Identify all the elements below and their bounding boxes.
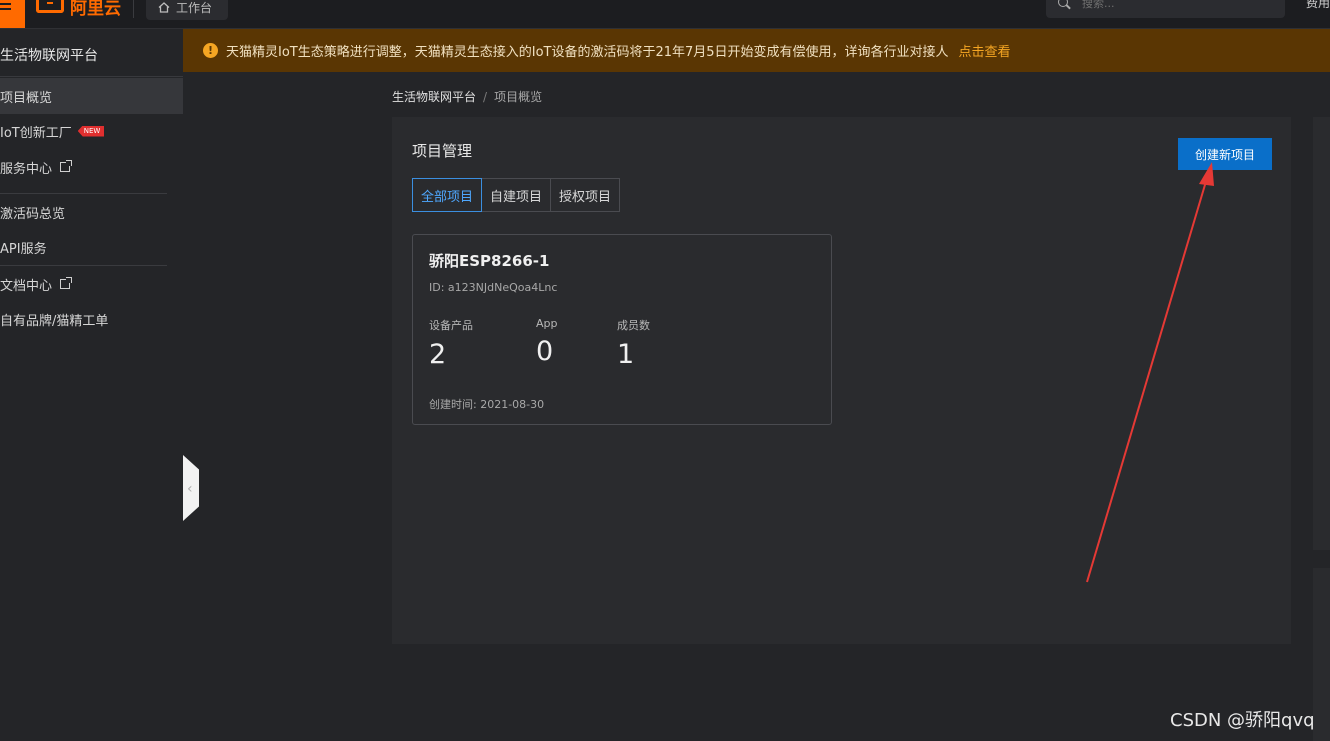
- stat-value: 2: [429, 339, 447, 370]
- sidebar-item-label: IoT创新工厂: [0, 125, 72, 141]
- right-side-panel: [1313, 117, 1330, 550]
- sidebar-item-service-center[interactable]: 服务中心: [0, 149, 183, 185]
- menu-icon[interactable]: [0, 0, 25, 28]
- stat-value: 1: [617, 339, 635, 370]
- workbench-button[interactable]: 工作台: [146, 0, 228, 20]
- notice-text: 天猫精灵IoT生态策略进行调整，天猫精灵生态接入的IoT设备的激活码将于21年7…: [226, 45, 949, 60]
- tab-own-projects[interactable]: 自建项目: [481, 178, 552, 212]
- notice-banner: ! 天猫精灵IoT生态策略进行调整，天猫精灵生态接入的IoT设备的激活码将于21…: [183, 29, 1330, 72]
- sidebar-item-doc-center[interactable]: 文档中心: [0, 266, 183, 302]
- sidebar-item-activation-codes[interactable]: 激活码总览: [0, 194, 183, 230]
- external-link-icon: [60, 277, 73, 289]
- stat-value: 0: [536, 336, 554, 367]
- sidebar-item-label: API服务: [0, 241, 47, 257]
- tab-authorized-projects[interactable]: 授权项目: [550, 178, 621, 212]
- breadcrumb: 生活物联网平台 / 项目概览: [392, 88, 542, 105]
- topbar-divider: [133, 0, 134, 18]
- sidebar-collapse-handle[interactable]: ‹: [183, 455, 199, 521]
- create-project-button[interactable]: 创建新项目: [1178, 138, 1272, 170]
- project-created-date: 创建时间: 2021-08-30: [429, 398, 545, 411]
- search-icon: [1058, 0, 1068, 7]
- warning-icon: !: [203, 43, 218, 58]
- project-tabs: 全部项目 自建项目 授权项目: [412, 178, 621, 212]
- breadcrumb-root[interactable]: 生活物联网平台: [392, 90, 476, 104]
- aliyun-logo[interactable]: 阿里云: [36, 0, 121, 19]
- sidebar: 生活物联网平台 项目概览 IoT创新工厂 NEW 服务中心 激活码总览 API服…: [0, 29, 183, 741]
- stat-label: App: [536, 317, 558, 330]
- breadcrumb-separator: /: [483, 90, 488, 104]
- sidebar-item-label: 自有品牌/猫精工单: [0, 313, 109, 329]
- billing-link[interactable]: 费用: [1306, 0, 1330, 11]
- stat-members: 成员数 1: [617, 317, 650, 370]
- stat-app: App 0: [536, 317, 558, 367]
- sidebar-item-project-overview[interactable]: 项目概览: [0, 78, 183, 114]
- section-title: 项目管理: [412, 142, 473, 160]
- new-badge: NEW: [77, 125, 105, 137]
- project-card[interactable]: 骄阳ESP8266-1 ID: a123NJdNeQoa4Lnc 设备产品 2 …: [412, 234, 832, 425]
- aliyun-logo-icon: [36, 0, 64, 13]
- project-name: 骄阳ESP8266-1: [429, 252, 550, 270]
- stat-device-products: 设备产品 2: [429, 317, 473, 370]
- right-side-panel: [1313, 568, 1330, 741]
- sidebar-title: 生活物联网平台: [0, 48, 98, 64]
- sidebar-item-label: 项目概览: [0, 90, 53, 106]
- search-input[interactable]: [1080, 0, 1274, 11]
- sidebar-item-label: 文档中心: [0, 278, 53, 294]
- sidebar-item-api-service[interactable]: API服务: [0, 229, 183, 265]
- sidebar-divider: [0, 76, 183, 77]
- top-bar: 阿里云 工作台 费用: [0, 0, 1330, 29]
- home-icon: [158, 1, 170, 13]
- chevron-left-icon: ‹: [187, 481, 193, 497]
- tab-all-projects[interactable]: 全部项目: [412, 178, 483, 212]
- sidebar-item-brand-tickets[interactable]: 自有品牌/猫精工单: [0, 301, 183, 337]
- stat-label: 成员数: [617, 319, 650, 332]
- breadcrumb-current: 项目概览: [494, 90, 543, 104]
- stat-label: 设备产品: [429, 319, 473, 332]
- search-box[interactable]: [1046, 0, 1285, 18]
- sidebar-item-label: 激活码总览: [0, 206, 66, 222]
- notice-link[interactable]: 点击查看: [959, 41, 1011, 60]
- logo-text: 阿里云: [70, 0, 121, 19]
- external-link-icon: [60, 160, 73, 172]
- sidebar-item-label: 服务中心: [0, 161, 53, 177]
- watermark: CSDN @骄阳qvq: [1170, 710, 1315, 731]
- project-id: ID: a123NJdNeQoa4Lnc: [429, 281, 558, 294]
- sidebar-item-iot-factory[interactable]: IoT创新工厂 NEW: [0, 113, 183, 149]
- workbench-label: 工作台: [176, 0, 213, 15]
